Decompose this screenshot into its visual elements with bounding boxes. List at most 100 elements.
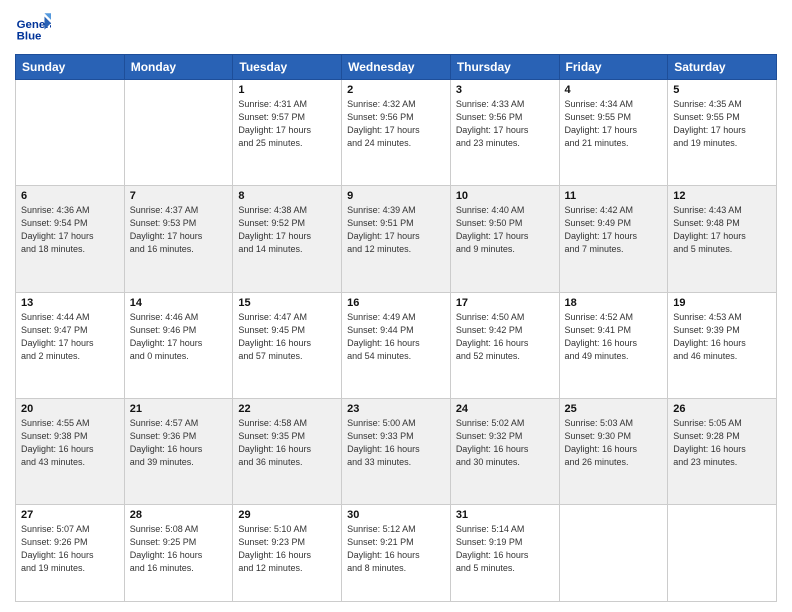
calendar-cell: 27 Sunrise: 5:07 AM Sunset: 9:26 PM Dayli… <box>16 505 125 602</box>
calendar-cell: 2Sunrise: 4:32 AM Sunset: 9:56 PM Daylig… <box>342 80 451 186</box>
calendar-cell: 7 Sunrise: 4:37 AM Sunset: 9:53 PM Daylig… <box>124 186 233 292</box>
calendar-cell: 17 Sunrise: 4:50 AM Sunset: 9:42 PM Dayli… <box>450 292 559 398</box>
day-detail: Sunrise: 5:10 AM Sunset: 9:23 PM Dayligh… <box>238 523 336 575</box>
weekday-header-wednesday: Wednesday <box>342 55 451 80</box>
weekday-header-monday: Monday <box>124 55 233 80</box>
calendar-cell: 21 Sunrise: 4:57 AM Sunset: 9:36 PM Dayli… <box>124 398 233 504</box>
weekday-header-thursday: Thursday <box>450 55 559 80</box>
calendar-week-1: 1 Sunrise: 4:31 AM Sunset: 9:57 PM Daylig… <box>16 80 777 186</box>
day-detail: Sunrise: 4:50 AM Sunset: 9:42 PM Dayligh… <box>456 311 554 363</box>
day-number: 10 <box>456 190 554 202</box>
calendar-cell: 26 Sunrise: 5:05 AM Sunset: 9:28 PM Dayli… <box>668 398 777 504</box>
calendar-cell: 13 Sunrise: 4:44 AM Sunset: 9:47 PM Dayli… <box>16 292 125 398</box>
day-detail: Sunrise: 5:02 AM Sunset: 9:32 PM Dayligh… <box>456 417 554 469</box>
calendar-cell: 29Sunrise: 5:10 AM Sunset: 9:23 PM Dayli… <box>233 505 342 602</box>
day-number: 8 <box>238 190 336 202</box>
day-number: 5 <box>673 84 771 96</box>
calendar-week-4: 20Sunrise: 4:55 AM Sunset: 9:38 PM Dayli… <box>16 398 777 504</box>
day-detail: Sunrise: 5:05 AM Sunset: 9:28 PM Dayligh… <box>673 417 771 469</box>
day-number: 13 <box>21 297 119 309</box>
day-number: 19 <box>673 297 771 309</box>
calendar-table: SundayMondayTuesdayWednesdayThursdayFrid… <box>15 54 777 602</box>
day-number: 1 <box>238 84 336 96</box>
day-number: 3 <box>456 84 554 96</box>
day-number: 17 <box>456 297 554 309</box>
calendar-week-3: 13 Sunrise: 4:44 AM Sunset: 9:47 PM Dayli… <box>16 292 777 398</box>
day-detail: Sunrise: 4:47 AM Sunset: 9:45 PM Dayligh… <box>238 311 336 363</box>
weekday-header-saturday: Saturday <box>668 55 777 80</box>
day-detail: Sunrise: 4:57 AM Sunset: 9:36 PM Dayligh… <box>130 417 228 469</box>
day-detail: Sunrise: 4:31 AM Sunset: 9:57 PM Dayligh… <box>238 98 336 150</box>
calendar-cell: 11 Sunrise: 4:42 AM Sunset: 9:49 PM Dayli… <box>559 186 668 292</box>
page: General Blue SundayMondayTuesdayWednesda… <box>0 0 792 612</box>
day-detail: Sunrise: 4:34 AM Sunset: 9:55 PM Dayligh… <box>565 98 663 150</box>
day-number: 16 <box>347 297 445 309</box>
day-detail: Sunrise: 4:36 AM Sunset: 9:54 PM Dayligh… <box>21 204 119 256</box>
day-detail: Sunrise: 4:42 AM Sunset: 9:49 PM Dayligh… <box>565 204 663 256</box>
calendar-cell: 22Sunrise: 4:58 AM Sunset: 9:35 PM Dayli… <box>233 398 342 504</box>
calendar-cell <box>559 505 668 602</box>
day-number: 15 <box>238 297 336 309</box>
logo: General Blue <box>15 10 51 46</box>
day-number: 9 <box>347 190 445 202</box>
day-number: 27 <box>21 509 119 521</box>
calendar-cell: 16 Sunrise: 4:49 AM Sunset: 9:44 PM Dayli… <box>342 292 451 398</box>
svg-text:Blue: Blue <box>17 30 42 42</box>
day-detail: Sunrise: 4:43 AM Sunset: 9:48 PM Dayligh… <box>673 204 771 256</box>
day-detail: Sunrise: 4:39 AM Sunset: 9:51 PM Dayligh… <box>347 204 445 256</box>
calendar-week-2: 6 Sunrise: 4:36 AM Sunset: 9:54 PM Daylig… <box>16 186 777 292</box>
calendar-cell: 3 Sunrise: 4:33 AM Sunset: 9:56 PM Daylig… <box>450 80 559 186</box>
day-detail: Sunrise: 4:35 AM Sunset: 9:55 PM Dayligh… <box>673 98 771 150</box>
weekday-header-tuesday: Tuesday <box>233 55 342 80</box>
calendar-cell: 8Sunrise: 4:38 AM Sunset: 9:52 PM Daylig… <box>233 186 342 292</box>
day-detail: Sunrise: 4:37 AM Sunset: 9:53 PM Dayligh… <box>130 204 228 256</box>
calendar-cell: 30 Sunrise: 5:12 AM Sunset: 9:21 PM Dayli… <box>342 505 451 602</box>
day-detail: Sunrise: 4:49 AM Sunset: 9:44 PM Dayligh… <box>347 311 445 363</box>
calendar-cell: 14 Sunrise: 4:46 AM Sunset: 9:46 PM Dayli… <box>124 292 233 398</box>
day-number: 31 <box>456 509 554 521</box>
weekday-header-sunday: Sunday <box>16 55 125 80</box>
day-detail: Sunrise: 5:12 AM Sunset: 9:21 PM Dayligh… <box>347 523 445 575</box>
day-number: 2 <box>347 84 445 96</box>
calendar-cell: 12 Sunrise: 4:43 AM Sunset: 9:48 PM Dayli… <box>668 186 777 292</box>
calendar-cell: 4 Sunrise: 4:34 AM Sunset: 9:55 PM Daylig… <box>559 80 668 186</box>
day-number: 30 <box>347 509 445 521</box>
day-detail: Sunrise: 5:07 AM Sunset: 9:26 PM Dayligh… <box>21 523 119 575</box>
day-number: 28 <box>130 509 228 521</box>
calendar-cell: 24 Sunrise: 5:02 AM Sunset: 9:32 PM Dayli… <box>450 398 559 504</box>
calendar-cell: 25Sunrise: 5:03 AM Sunset: 9:30 PM Dayli… <box>559 398 668 504</box>
day-number: 25 <box>565 403 663 415</box>
day-number: 6 <box>21 190 119 202</box>
day-detail: Sunrise: 4:55 AM Sunset: 9:38 PM Dayligh… <box>21 417 119 469</box>
calendar-cell: 20Sunrise: 4:55 AM Sunset: 9:38 PM Dayli… <box>16 398 125 504</box>
calendar-cell: 23Sunrise: 5:00 AM Sunset: 9:33 PM Dayli… <box>342 398 451 504</box>
day-detail: Sunrise: 4:46 AM Sunset: 9:46 PM Dayligh… <box>130 311 228 363</box>
day-number: 12 <box>673 190 771 202</box>
calendar-cell <box>16 80 125 186</box>
calendar-cell: 6 Sunrise: 4:36 AM Sunset: 9:54 PM Daylig… <box>16 186 125 292</box>
calendar-cell: 18 Sunrise: 4:52 AM Sunset: 9:41 PM Dayli… <box>559 292 668 398</box>
calendar-cell <box>124 80 233 186</box>
day-detail: Sunrise: 4:40 AM Sunset: 9:50 PM Dayligh… <box>456 204 554 256</box>
calendar-cell: 1 Sunrise: 4:31 AM Sunset: 9:57 PM Daylig… <box>233 80 342 186</box>
day-number: 4 <box>565 84 663 96</box>
calendar-cell: 31Sunrise: 5:14 AM Sunset: 9:19 PM Dayli… <box>450 505 559 602</box>
calendar-cell: 10 Sunrise: 4:40 AM Sunset: 9:50 PM Dayli… <box>450 186 559 292</box>
day-number: 11 <box>565 190 663 202</box>
day-number: 18 <box>565 297 663 309</box>
day-number: 7 <box>130 190 228 202</box>
day-detail: Sunrise: 4:44 AM Sunset: 9:47 PM Dayligh… <box>21 311 119 363</box>
logo-icon: General Blue <box>15 10 51 46</box>
day-number: 24 <box>456 403 554 415</box>
day-detail: Sunrise: 5:00 AM Sunset: 9:33 PM Dayligh… <box>347 417 445 469</box>
header: General Blue <box>15 10 777 46</box>
day-number: 21 <box>130 403 228 415</box>
calendar-cell: 19Sunrise: 4:53 AM Sunset: 9:39 PM Dayli… <box>668 292 777 398</box>
day-detail: Sunrise: 4:52 AM Sunset: 9:41 PM Dayligh… <box>565 311 663 363</box>
day-detail: Sunrise: 4:33 AM Sunset: 9:56 PM Dayligh… <box>456 98 554 150</box>
day-number: 14 <box>130 297 228 309</box>
day-number: 26 <box>673 403 771 415</box>
calendar-week-5: 27 Sunrise: 5:07 AM Sunset: 9:26 PM Dayli… <box>16 505 777 602</box>
calendar-cell: 15 Sunrise: 4:47 AM Sunset: 9:45 PM Dayli… <box>233 292 342 398</box>
day-detail: Sunrise: 5:08 AM Sunset: 9:25 PM Dayligh… <box>130 523 228 575</box>
